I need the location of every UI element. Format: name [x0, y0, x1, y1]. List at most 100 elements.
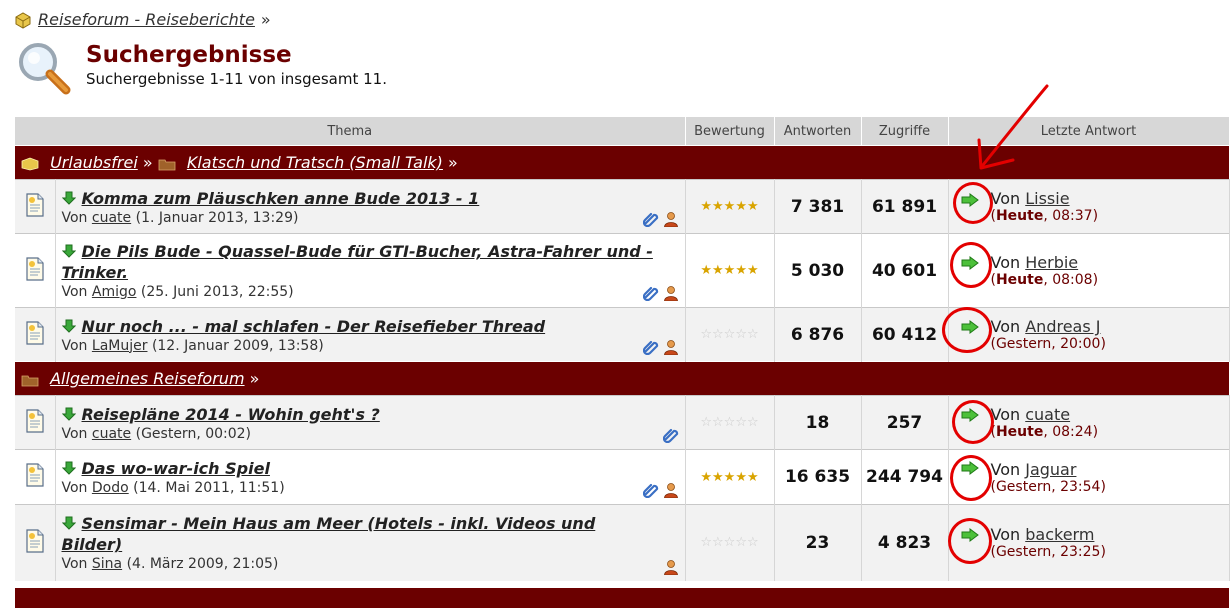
table-row[interactable]: Komma zum Pläuschken anne Bude 2013 - 1 …: [15, 179, 1230, 234]
thread-author-link[interactable]: cuate: [92, 210, 131, 226]
thread-author-line: Von cuate (1. Januar 2013, 13:29): [61, 209, 299, 226]
replies-count: 18: [774, 395, 862, 450]
table-header: Thema Bewertung Antworten Zugriffe Letzt…: [15, 117, 1230, 146]
rating-stars: ★★★★★: [685, 179, 775, 234]
user-participated-icon: [663, 286, 678, 301]
column-header-bewertung[interactable]: Bewertung: [685, 117, 775, 146]
thread-document-icon: [26, 529, 44, 553]
thread-author-link[interactable]: Amigo: [92, 284, 137, 300]
annotation-circle: [948, 518, 992, 564]
thread-author-link[interactable]: LaMujer: [92, 338, 148, 354]
search-magnifier-icon: [19, 43, 71, 95]
rating-stars: ☆☆☆☆☆: [685, 307, 775, 362]
section-row: Allgemeines Reiseforum »: [15, 361, 1229, 396]
breadcrumb: Reiseforum - Reiseberichte »: [14, 10, 271, 29]
views-count: 257: [861, 395, 949, 450]
attachment-clip-icon: [642, 340, 658, 355]
views-count: 60 412: [861, 307, 949, 362]
thread-document-icon: [26, 256, 44, 281]
thread-author-line: Von Dodo (14. Mai 2011, 11:51): [61, 480, 285, 496]
column-header-letzte-antwort[interactable]: Letzte Antwort: [948, 117, 1230, 146]
thread-document-icon: [26, 463, 44, 487]
board-folder-icon: [158, 159, 176, 170]
thread-title-link[interactable]: Reisepläne 2014 - Wohin geht's ?: [82, 405, 380, 424]
section-separator: »: [249, 369, 260, 388]
column-header-thema[interactable]: Thema: [15, 117, 686, 146]
page-header: Suchergebnisse Suchergebnisse 1-11 von i…: [14, 40, 387, 98]
forum-folder-icon: [15, 11, 31, 29]
views-count: 61 891: [861, 179, 949, 234]
section-row: Urlaubsfrei » Klatsch und Tratsch (Small…: [15, 145, 1229, 180]
rating-stars: ☆☆☆☆☆: [685, 395, 775, 450]
thread-title-link[interactable]: Komma zum Pläuschken anne Bude 2013 - 1: [82, 189, 480, 208]
section-separator: »: [142, 153, 153, 172]
rating-stars: ★★★★★: [685, 449, 775, 505]
attachment-clip-icon: [662, 428, 678, 443]
thread-document-icon: [26, 192, 44, 217]
table-row[interactable]: Reisepläne 2014 - Wohin geht's ? Von cua…: [15, 395, 1230, 450]
attachment-clip-icon: [642, 286, 658, 301]
table-row[interactable]: Nur noch ... - mal schlafen - Der Reisef…: [15, 307, 1230, 362]
replies-count: 23: [774, 504, 862, 581]
replies-count: 7 381: [774, 179, 862, 234]
new-posts-arrow-icon[interactable]: [61, 191, 76, 205]
new-posts-arrow-icon[interactable]: [61, 516, 76, 530]
rating-stars: ☆☆☆☆☆: [685, 504, 775, 581]
thread-document-icon: [26, 320, 44, 345]
user-participated-icon: [663, 340, 678, 355]
last-post-user-link[interactable]: Jaguar: [1025, 460, 1076, 479]
last-post-user-link[interactable]: Lissie: [1025, 189, 1069, 208]
user-participated-icon: [663, 483, 678, 498]
page-title: Suchergebnisse: [86, 42, 292, 68]
rating-stars: ★★★★★: [685, 233, 775, 308]
thread-author-link[interactable]: cuate: [92, 426, 131, 442]
thread-document-icon: [26, 408, 44, 433]
attachment-clip-icon: [642, 212, 658, 227]
thread-author-line: Von Amigo (25. Juni 2013, 22:55): [61, 284, 294, 300]
table-row[interactable]: Sensimar - Mein Haus am Meer (Hotels - i…: [15, 504, 1230, 581]
last-post-user-link[interactable]: Andreas J: [1025, 317, 1100, 336]
new-posts-arrow-icon[interactable]: [61, 244, 76, 258]
results-table: Thema Bewertung Antworten Zugriffe Letzt…: [15, 117, 1230, 581]
section-row-partial: [15, 588, 1229, 608]
section-link-klatsch[interactable]: Klatsch und Tratsch (Small Talk): [187, 153, 443, 172]
column-header-zugriffe[interactable]: Zugriffe: [861, 117, 949, 146]
annotation-circle: [952, 400, 994, 444]
user-participated-icon: [663, 212, 678, 227]
section-link-urlaubsfrei[interactable]: Urlaubsfrei: [50, 153, 138, 172]
breadcrumb-separator: »: [260, 10, 271, 29]
breadcrumb-link[interactable]: Reiseforum - Reiseberichte: [38, 10, 255, 29]
thread-author-link[interactable]: Sina: [92, 556, 122, 572]
thread-author-line: Von LaMujer (12. Januar 2009, 13:58): [61, 337, 324, 354]
table-row[interactable]: Die Pils Bude - Quassel-Bude für GTI-Buc…: [15, 233, 1230, 308]
thread-title-link[interactable]: Sensimar - Mein Haus am Meer (Hotels - i…: [62, 514, 596, 554]
replies-count: 16 635: [774, 449, 862, 505]
annotation-circle: [953, 182, 993, 224]
new-posts-arrow-icon[interactable]: [61, 461, 76, 475]
thread-title-link[interactable]: Die Pils Bude - Quassel-Bude für GTI-Buc…: [62, 242, 653, 282]
attachment-clip-icon: [642, 483, 658, 498]
thread-title-link[interactable]: Das wo-war-ich Spiel: [82, 459, 270, 478]
thread-author-link[interactable]: Dodo: [92, 480, 129, 496]
thread-title-link[interactable]: Nur noch ... - mal schlafen - Der Reisef…: [82, 317, 546, 336]
page-subtitle: Suchergebnisse 1-11 von insgesamt 11.: [86, 70, 387, 88]
last-post-user-link[interactable]: backerm: [1025, 525, 1094, 544]
replies-count: 6 876: [774, 307, 862, 362]
thread-author-line: Von cuate (Gestern, 00:02): [61, 425, 252, 442]
board-folder-icon: [21, 375, 39, 386]
views-count: 40 601: [861, 233, 949, 308]
views-count: 4 823: [861, 504, 949, 581]
last-post-user-link[interactable]: cuate: [1025, 405, 1070, 424]
column-header-antworten[interactable]: Antworten: [774, 117, 862, 146]
annotation-circle: [942, 307, 992, 353]
last-post-user-link[interactable]: Herbie: [1025, 253, 1078, 272]
replies-count: 5 030: [774, 233, 862, 308]
new-posts-arrow-icon[interactable]: [61, 407, 76, 421]
table-row[interactable]: Das wo-war-ich Spiel Von Dodo (14. Mai 2…: [15, 449, 1230, 505]
thread-author-line: Von Sina (4. März 2009, 21:05): [61, 556, 279, 573]
section-separator: »: [448, 153, 458, 172]
annotation-circle: [950, 242, 992, 288]
section-link-allgemeines-reiseforum[interactable]: Allgemeines Reiseforum: [50, 369, 244, 388]
new-posts-arrow-icon[interactable]: [61, 319, 76, 333]
views-count: 244 794: [861, 449, 949, 505]
